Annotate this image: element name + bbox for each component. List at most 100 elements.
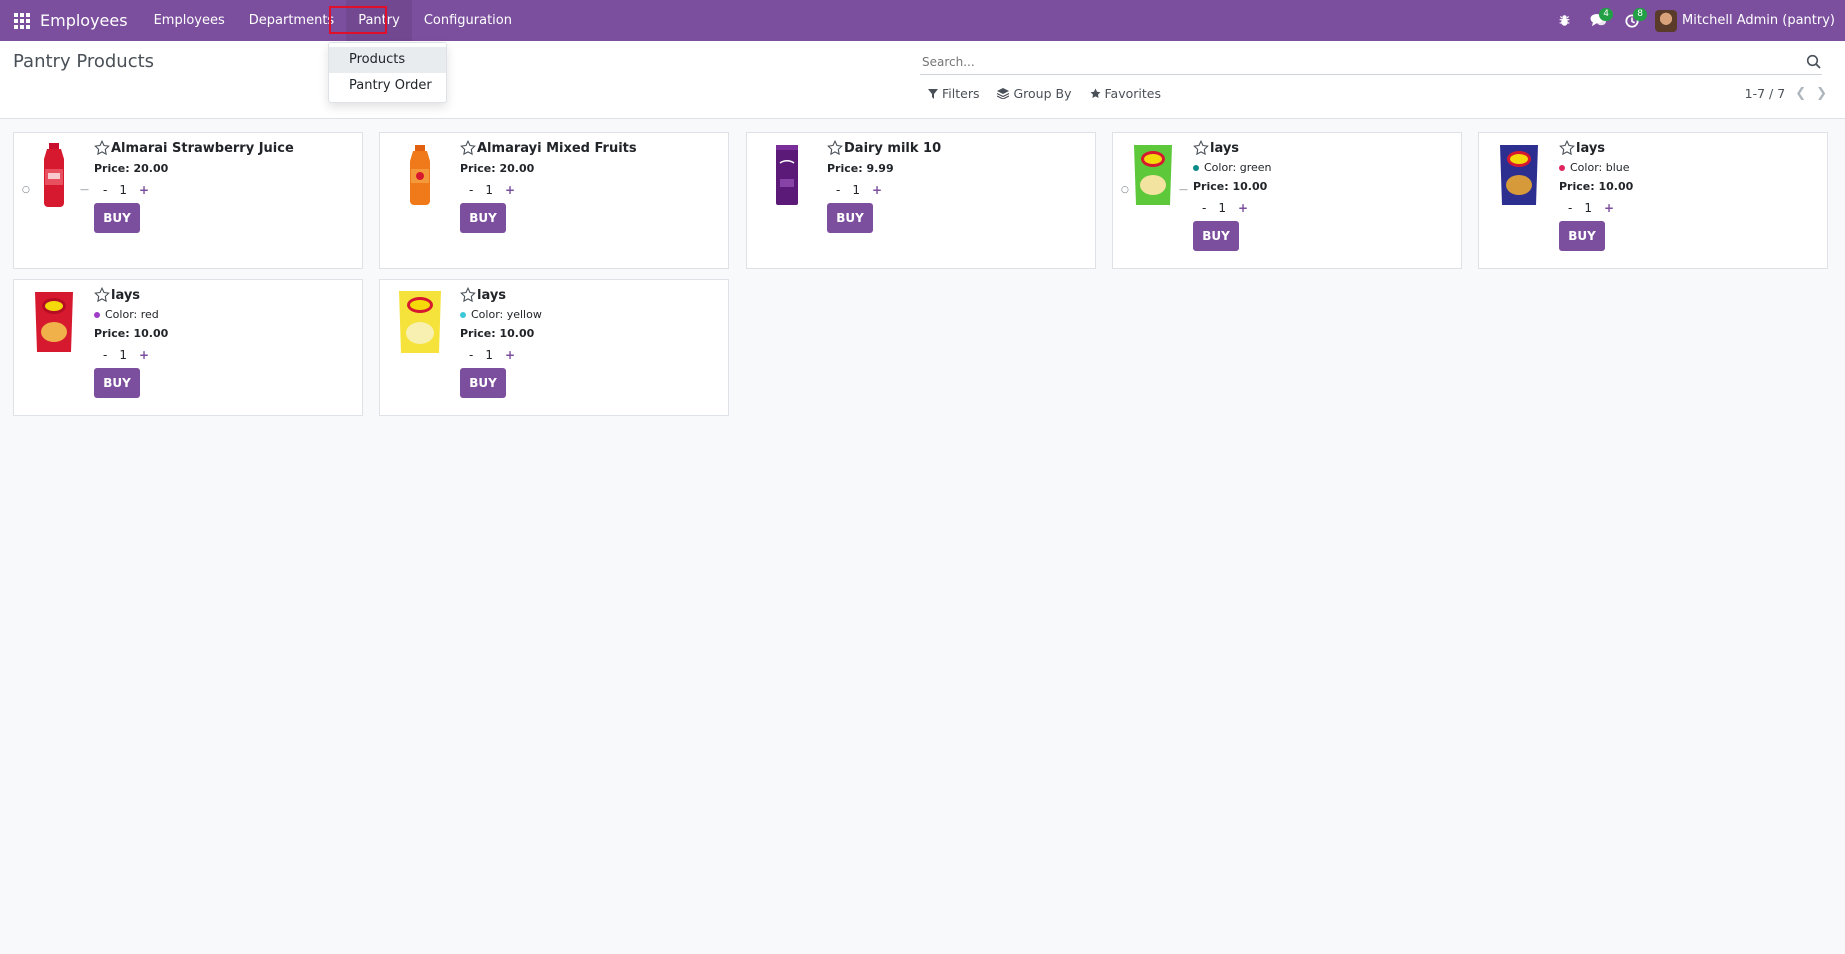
product-color: Color: green <box>1204 161 1272 174</box>
juice-bottle-image <box>24 139 84 211</box>
favorite-star-icon[interactable] <box>460 287 476 303</box>
buy-button[interactable]: BUY <box>94 203 140 233</box>
chips-bag-image <box>1123 139 1183 211</box>
color-dot <box>1559 164 1565 171</box>
chips-bag-image <box>1489 139 1549 211</box>
menu-employees[interactable]: Employees <box>142 0 237 41</box>
product-card[interactable]: lays Color: yellow Price: 10.00 - 1 + BU… <box>379 279 729 416</box>
qty-minus-button[interactable]: - <box>103 348 107 362</box>
product-price: Price: 10.00 <box>1193 180 1268 193</box>
search-icon[interactable] <box>1806 54 1822 70</box>
qty-value: 1 <box>485 183 493 197</box>
product-card[interactable]: Dairy milk 10 Price: 9.99 - 1 + BUY <box>746 132 1096 269</box>
user-menu[interactable]: Mitchell Admin (pantry) <box>1649 9 1845 32</box>
product-card[interactable]: lays Color: red Price: 10.00 - 1 + BUY <box>13 279 363 416</box>
qty-minus-button[interactable]: - <box>469 183 473 197</box>
filters-button[interactable]: Filters <box>928 86 979 101</box>
image-dash: — <box>1179 185 1188 195</box>
avatar <box>1655 9 1678 32</box>
buy-button[interactable]: BUY <box>827 203 873 233</box>
buy-button[interactable]: BUY <box>1559 221 1605 251</box>
qty-plus-button[interactable]: + <box>139 348 149 362</box>
dropdown-item-products[interactable]: Products <box>329 47 446 73</box>
menu-departments[interactable]: Departments <box>237 0 346 41</box>
filter-icon <box>928 88 938 99</box>
messages-icon[interactable]: 4 <box>1581 0 1615 41</box>
qty-plus-button[interactable]: + <box>505 348 515 362</box>
qty-value: 1 <box>1218 201 1226 215</box>
product-price: Price: 9.99 <box>827 162 894 175</box>
favorite-star-icon[interactable] <box>827 140 843 156</box>
pager-next-icon[interactable]: ❯ <box>1816 86 1827 101</box>
qty-minus-button[interactable]: - <box>1202 201 1206 215</box>
favorite-star-icon[interactable] <box>1559 140 1575 156</box>
product-price: Price: 20.00 <box>94 162 169 175</box>
product-name: Dairy milk 10 <box>844 140 942 156</box>
pager-prev-icon[interactable]: ❮ <box>1795 86 1806 101</box>
product-name: lays <box>1576 140 1606 156</box>
qty-value: 1 <box>852 183 860 197</box>
search-bar <box>920 49 1822 75</box>
product-price: Price: 10.00 <box>460 327 535 340</box>
qty-value: 1 <box>119 183 127 197</box>
product-name: lays <box>111 287 141 303</box>
product-price: Price: 10.00 <box>1559 180 1634 193</box>
qty-minus-button[interactable]: - <box>469 348 473 362</box>
product-card[interactable]: lays Color: blue Price: 10.00 - 1 + BUY <box>1478 132 1828 269</box>
color-dot <box>94 311 100 318</box>
image-dot: ○ <box>22 185 30 195</box>
qty-plus-button[interactable]: + <box>1238 201 1248 215</box>
buy-button[interactable]: BUY <box>460 368 506 398</box>
user-name: Mitchell Admin (pantry) <box>1682 13 1835 28</box>
qty-minus-button[interactable]: - <box>1568 201 1572 215</box>
page-title: Pantry Products <box>13 51 155 72</box>
qty-plus-button[interactable]: + <box>1604 201 1614 215</box>
search-input[interactable] <box>920 54 1806 69</box>
favorites-button[interactable]: Favorites <box>1090 86 1161 101</box>
product-card[interactable]: ○ — lays Color: green Price: 10.00 - 1 +… <box>1112 132 1462 269</box>
menu-pantry[interactable]: Pantry <box>346 0 412 41</box>
product-price: Price: 20.00 <box>460 162 535 175</box>
favorite-star-icon[interactable] <box>1193 140 1209 156</box>
star-filled-icon <box>1090 88 1100 99</box>
juice-bottle-image <box>390 139 450 211</box>
qty-plus-button[interactable]: + <box>505 183 515 197</box>
product-name: Almarayi Mixed Fruits <box>477 140 637 156</box>
favorite-star-icon[interactable] <box>94 140 110 156</box>
qty-minus-button[interactable]: - <box>103 183 107 197</box>
buy-button[interactable]: BUY <box>94 368 140 398</box>
product-color: Color: yellow <box>471 308 542 321</box>
apps-grid-icon[interactable] <box>14 12 30 29</box>
pantry-dropdown: Products Pantry Order <box>328 42 447 103</box>
qty-plus-button[interactable]: + <box>872 183 882 197</box>
debug-bug-icon[interactable] <box>1547 0 1581 41</box>
buy-button[interactable]: BUY <box>1193 221 1239 251</box>
image-dash: — <box>80 185 89 195</box>
layers-icon <box>997 88 1010 99</box>
product-color: Color: red <box>105 308 159 321</box>
image-dot: ○ <box>1121 185 1129 195</box>
product-card[interactable]: Almarayi Mixed Fruits Price: 20.00 - 1 +… <box>379 132 729 269</box>
activities-clock-icon[interactable]: 8 <box>1615 0 1649 41</box>
filters-label: Filters <box>942 86 980 101</box>
chips-bag-image <box>24 286 84 358</box>
qty-minus-button[interactable]: - <box>836 183 840 197</box>
pager-value[interactable]: 1-7 / 7 <box>1745 86 1786 101</box>
favorite-star-icon[interactable] <box>460 140 476 156</box>
product-price: Price: 10.00 <box>94 327 169 340</box>
menu-configuration[interactable]: Configuration <box>412 0 524 41</box>
favorite-star-icon[interactable] <box>94 287 110 303</box>
buy-button[interactable]: BUY <box>460 203 506 233</box>
dropdown-item-pantry-order[interactable]: Pantry Order <box>329 73 446 99</box>
qty-plus-button[interactable]: + <box>139 183 149 197</box>
color-dot <box>1193 164 1199 171</box>
favorites-label: Favorites <box>1104 86 1161 101</box>
app-brand[interactable]: Employees <box>40 11 128 30</box>
qty-value: 1 <box>485 348 493 362</box>
group-by-label: Group By <box>1013 86 1072 101</box>
group-by-button[interactable]: Group By <box>997 86 1072 101</box>
control-panel: Pantry Products Filters Group By Favorit… <box>0 41 1845 119</box>
top-navbar: Employees Employees Departments Pantry C… <box>0 0 1845 41</box>
chocolate-bar-image <box>757 139 817 211</box>
product-card[interactable]: ○ — Almarai Strawberry Juice Price: 20.0… <box>13 132 363 269</box>
